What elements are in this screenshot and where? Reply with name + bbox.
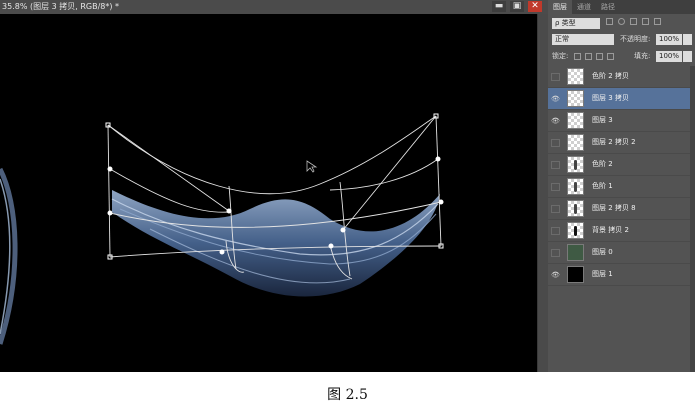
tab-layers[interactable]: 图层 — [548, 0, 572, 14]
layer-row-levels-2[interactable]: 色阶 2 — [548, 154, 690, 176]
lock-all-icon[interactable] — [607, 53, 614, 60]
document-canvas[interactable] — [0, 14, 537, 372]
layer-row-layer-3-copy[interactable]: 👁 图层 3 拷贝 — [548, 88, 690, 110]
layer-name: 图层 3 — [592, 116, 613, 124]
fill-dropdown[interactable] — [683, 51, 692, 62]
eye-icon[interactable]: 👁 — [551, 117, 560, 125]
layer-name: 色阶 1 — [592, 182, 613, 190]
layers-scrollbar[interactable] — [690, 66, 695, 372]
layer-name: 图层 1 — [592, 270, 613, 278]
layer-row-layer-0[interactable]: 图层 0 — [548, 242, 690, 264]
layer-thumbnail — [567, 178, 584, 195]
visibility-toggle[interactable] — [551, 139, 560, 147]
fill-input[interactable]: 100% — [656, 51, 682, 62]
shape-filter-icon[interactable] — [642, 18, 649, 25]
image-filter-icon[interactable] — [606, 18, 613, 25]
blend-mode-select[interactable]: 正常 — [552, 34, 614, 45]
layer-row-layer-1[interactable]: 👁 图层 1 — [548, 264, 690, 286]
layer-thumbnail — [567, 266, 584, 283]
visibility-toggle[interactable] — [551, 161, 560, 169]
minimize-button[interactable]: ▬ — [492, 1, 506, 12]
layers-panel: 图层 通道 路径 ρ 类型 正常 不透明度: 100% 锁定: 填充: 100% — [548, 0, 695, 372]
layer-list: 色阶 2 拷贝 👁 图层 3 拷贝 👁 图层 3 图层 2 拷贝 2 色阶 2 — [548, 66, 695, 372]
layer-row-background-copy-2[interactable]: 背景 拷贝 2 — [548, 220, 690, 242]
document-title: 35.8% (图层 3 拷贝, RGB/8*) * — [2, 2, 120, 11]
layer-thumbnail — [567, 156, 584, 173]
layer-row-layer-3[interactable]: 👁 图层 3 — [548, 110, 690, 132]
visibility-toggle[interactable] — [551, 205, 560, 213]
adjustment-filter-icon[interactable] — [618, 18, 625, 25]
layer-name: 图层 2 拷贝 8 — [592, 204, 636, 212]
eye-icon[interactable]: 👁 — [551, 95, 560, 103]
tab-channels[interactable]: 通道 — [572, 0, 596, 14]
document-titlebar: 35.8% (图层 3 拷贝, RGB/8*) * ▬ ▣ ✕ — [0, 0, 548, 14]
layer-row-layer-2-copy-2[interactable]: 图层 2 拷贝 2 — [548, 132, 690, 154]
eye-icon[interactable]: 👁 — [551, 271, 560, 279]
opacity-input[interactable]: 100% — [656, 34, 682, 45]
layer-thumbnail — [567, 68, 584, 85]
type-filter-icon[interactable] — [630, 18, 637, 25]
layer-thumbnail — [567, 134, 584, 151]
tab-paths[interactable]: 路径 — [596, 0, 620, 14]
layer-name: 图层 2 拷贝 2 — [592, 138, 636, 146]
layer-thumbnail — [567, 222, 584, 239]
visibility-toggle[interactable] — [551, 227, 560, 235]
layer-filter-select[interactable]: ρ 类型 — [552, 18, 600, 29]
opacity-dropdown[interactable] — [683, 34, 692, 45]
lock-label: 锁定: — [552, 52, 569, 60]
visibility-toggle[interactable] — [551, 73, 560, 81]
layer-name: 图层 0 — [592, 248, 613, 256]
layer-thumbnail — [567, 244, 584, 261]
fill-label: 填充: — [634, 52, 651, 60]
cursor-icon — [306, 160, 318, 173]
photoshop-window: 35.8% (图层 3 拷贝, RGB/8*) * ▬ ▣ ✕ 图层 通道 路径… — [0, 0, 695, 372]
layer-thumbnail — [567, 90, 584, 107]
maximize-button[interactable]: ▣ — [510, 1, 524, 12]
lock-pixels-icon[interactable] — [585, 53, 592, 60]
lock-transparency-icon[interactable] — [574, 53, 581, 60]
ribbon-shape — [112, 190, 440, 297]
layer-name: 色阶 2 — [592, 160, 613, 168]
layer-name: 色阶 2 拷贝 — [592, 72, 629, 80]
visibility-toggle[interactable] — [551, 249, 560, 257]
figure-caption: 图 2.5 — [327, 387, 368, 403]
lock-position-icon[interactable] — [596, 53, 603, 60]
visibility-toggle[interactable] — [551, 183, 560, 191]
layer-name: 背景 拷贝 2 — [592, 226, 629, 234]
layer-thumbnail — [567, 200, 584, 217]
close-button[interactable]: ✕ — [528, 1, 542, 12]
smart-object-filter-icon[interactable] — [654, 18, 661, 25]
layer-row-levels-2-copy[interactable]: 色阶 2 拷贝 — [548, 66, 690, 88]
layer-row-layer-2-copy-8[interactable]: 图层 2 拷贝 8 — [548, 198, 690, 220]
opacity-label: 不透明度: — [620, 35, 651, 43]
warp-artwork — [0, 113, 444, 345]
canvas-scrollbar[interactable] — [537, 14, 548, 372]
layer-name: 图层 3 拷贝 — [592, 94, 629, 102]
layer-row-levels-1[interactable]: 色阶 1 — [548, 176, 690, 198]
layer-thumbnail — [567, 112, 584, 129]
